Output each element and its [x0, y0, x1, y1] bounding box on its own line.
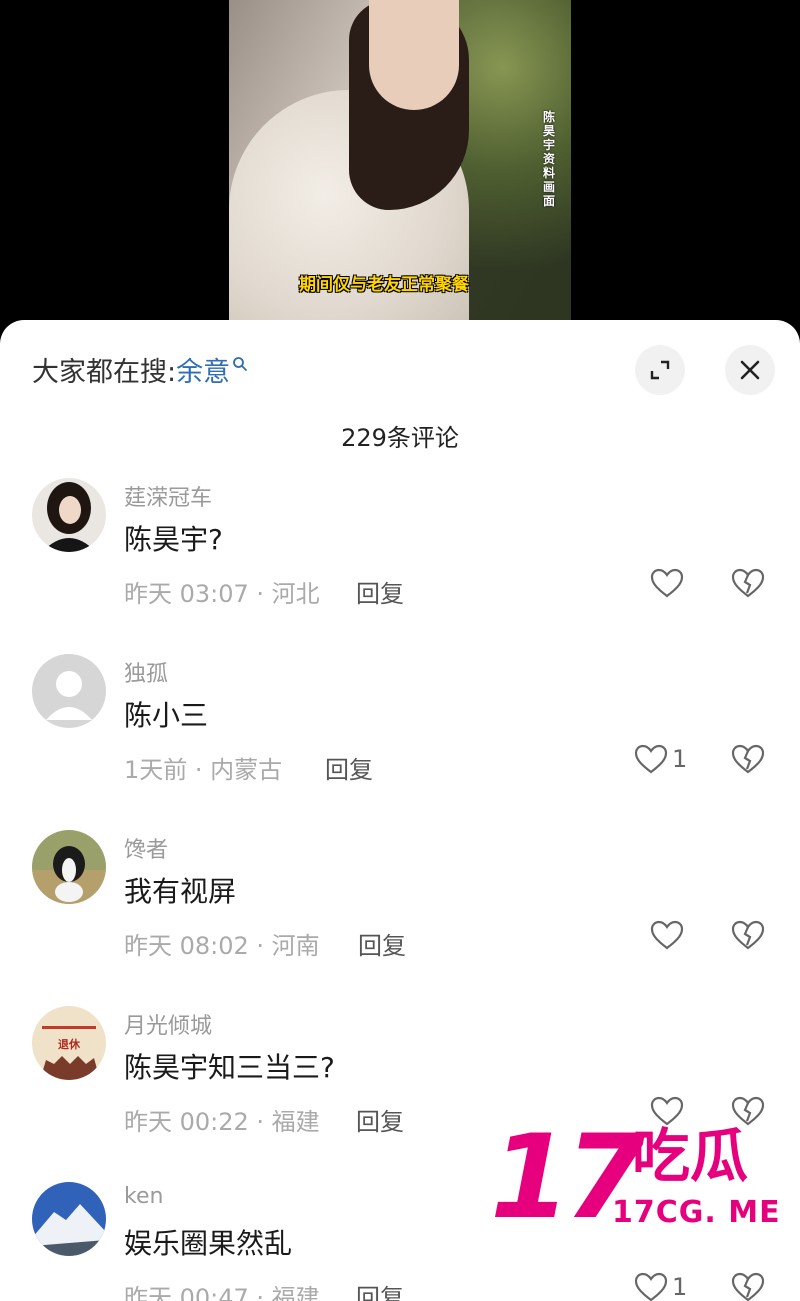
avatar[interactable]: 退休	[32, 1006, 106, 1080]
comment-username[interactable]: 独孤	[124, 656, 168, 688]
heart-icon	[634, 1272, 668, 1301]
comment-item: 独孤 陈小三 1天前 · 内蒙古 回复 1	[0, 654, 800, 830]
like-button[interactable]	[650, 568, 688, 598]
dog-avatar-image	[32, 830, 106, 904]
broken-heart-icon	[731, 920, 765, 950]
broken-heart-icon	[731, 1272, 765, 1301]
trending-search-term[interactable]: 余意	[176, 350, 230, 389]
watermark-chinese: 吃瓜	[632, 1122, 749, 1190]
comment-meta: 1天前 · 内蒙古	[124, 756, 283, 784]
video-side-caption: 陈昊宇资料画面	[543, 110, 556, 208]
avatar-image	[32, 478, 106, 552]
broken-heart-icon	[731, 568, 765, 598]
comment-meta: 昨天 08:02 · 河南	[124, 932, 320, 960]
comment-username[interactable]: 馋者	[124, 832, 168, 864]
reply-button[interactable]: 回复	[358, 926, 406, 961]
video-frame[interactable]: 陈昊宇资料画面 期间仅与老友正常聚餐	[229, 0, 571, 340]
heart-icon	[634, 744, 668, 774]
reply-button[interactable]: 回复	[356, 1102, 404, 1137]
heart-icon	[650, 920, 684, 950]
comment-item: 馋者 我有视屏 昨天 08:02 · 河南 回复	[0, 830, 800, 1006]
avatar[interactable]	[32, 654, 106, 728]
close-button[interactable]	[725, 345, 775, 395]
comment-meta: 昨天 00:47 · 福建	[124, 1284, 320, 1301]
broken-heart-icon	[731, 744, 765, 774]
reply-button[interactable]: 回复	[356, 574, 404, 609]
reply-button[interactable]: 回复	[325, 750, 373, 785]
default-avatar-icon	[32, 654, 106, 728]
comment-text: 陈小三	[124, 699, 209, 732]
like-button[interactable]	[650, 920, 688, 950]
avatar[interactable]	[32, 478, 106, 552]
watermark-url: 17CG. ME	[612, 1195, 781, 1230]
comment-text: 娱乐圈果然乱	[124, 1227, 293, 1260]
comment-count: 229条评论	[341, 424, 459, 452]
comment-meta: 昨天 00:22 · 福建	[124, 1108, 320, 1136]
like-count: 1	[672, 1273, 688, 1301]
like-button[interactable]: 1	[634, 744, 687, 774]
comment-username[interactable]: 莛溁冠车	[124, 480, 212, 512]
heart-icon	[650, 568, 684, 598]
dislike-button[interactable]	[731, 1272, 765, 1301]
avatar[interactable]	[32, 830, 106, 904]
like-count: 1	[672, 745, 688, 773]
dislike-button[interactable]	[731, 744, 765, 778]
close-icon	[740, 360, 760, 380]
avatar-text: 退休	[58, 1037, 81, 1051]
dislike-button[interactable]	[731, 568, 765, 602]
reply-button[interactable]: 回复	[356, 1278, 404, 1301]
comment-username[interactable]: ken	[124, 1184, 163, 1209]
comment-text: 陈昊宇知三当三?	[124, 1051, 335, 1084]
expand-icon	[650, 360, 670, 380]
video-person-face	[369, 0, 459, 110]
dislike-button[interactable]	[731, 920, 765, 954]
video-area[interactable]: 陈昊宇资料画面 期间仅与老友正常聚餐	[0, 0, 800, 340]
comment-meta: 昨天 03:07 · 河北	[124, 580, 320, 608]
site-watermark: 17 吃瓜 17CG. ME	[490, 1118, 790, 1238]
comment-text: 陈昊宇?	[124, 523, 223, 556]
retire-avatar-image: 退休	[32, 1006, 106, 1080]
mountain-avatar-image	[32, 1182, 106, 1256]
comment-text: 我有视屏	[124, 875, 237, 908]
comment-item: 莛溁冠车 陈昊宇? 昨天 03:07 · 河北 回复	[0, 478, 800, 654]
video-subtitle: 期间仅与老友正常聚餐	[299, 275, 469, 295]
like-button[interactable]: 1	[634, 1272, 687, 1301]
expand-button[interactable]	[635, 345, 685, 395]
search-icon	[233, 356, 248, 371]
trending-search-label: 大家都在搜:	[32, 357, 177, 388]
avatar[interactable]	[32, 1182, 106, 1256]
comment-username[interactable]: 月光倾城	[124, 1008, 212, 1040]
trending-search[interactable]: 大家都在搜: 余意	[32, 350, 248, 389]
